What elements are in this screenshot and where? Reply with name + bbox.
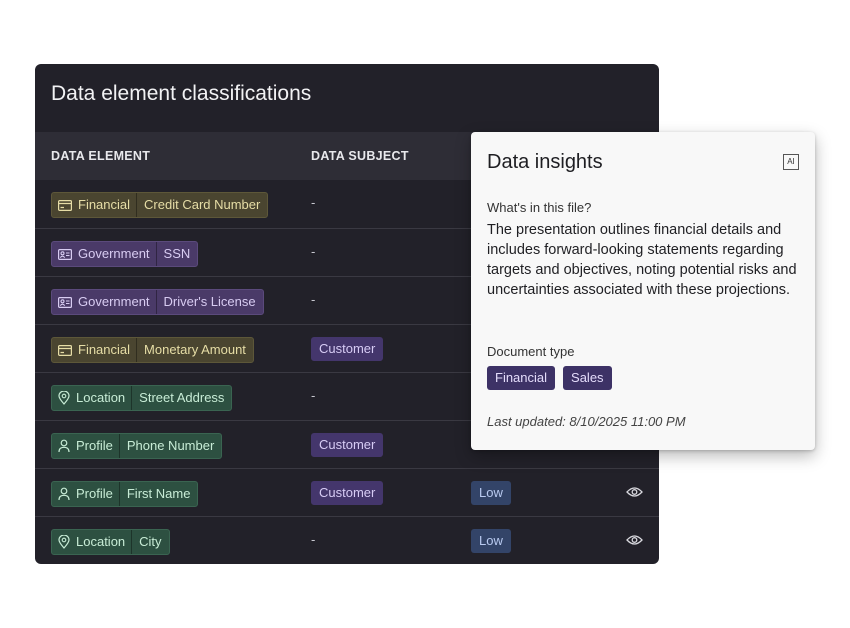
id-card-icon <box>58 248 72 260</box>
table-row[interactable]: Location City - Low <box>35 516 659 564</box>
document-type-tag[interactable]: Sales <box>563 366 612 390</box>
classification-chip[interactable]: Financial Credit Card Number <box>51 192 269 218</box>
document-type-label: Document type <box>487 344 575 359</box>
chip-value: Driver's License <box>155 290 263 314</box>
data-subject-badge[interactable]: Customer <box>311 481 384 505</box>
location-pin-icon <box>58 391 70 405</box>
chip-category: Location <box>76 534 126 549</box>
id-card-icon <box>58 296 72 308</box>
location-pin-icon <box>58 535 70 549</box>
insights-question: What's in this file? <box>487 200 592 215</box>
credit-card-icon <box>58 344 72 356</box>
data-subject-empty: - <box>311 532 316 547</box>
classification-chip[interactable]: Government Driver's License <box>51 289 264 315</box>
eye-icon[interactable] <box>626 534 643 546</box>
credit-card-icon <box>58 199 72 211</box>
chip-value: First Name <box>118 482 198 506</box>
column-header-data-element[interactable]: DATA ELEMENT <box>51 149 150 163</box>
chip-value: Street Address <box>131 386 231 410</box>
data-subject-empty: - <box>311 244 316 259</box>
ai-badge-icon: AI <box>783 154 799 170</box>
classification-chip[interactable]: Profile First Name <box>51 481 199 507</box>
sensitivity-badge[interactable]: Low <box>471 529 511 553</box>
insights-title: Data insights <box>487 151 603 173</box>
chip-value: Phone Number <box>118 434 221 458</box>
document-type-tag[interactable]: Financial <box>487 366 556 390</box>
chip-value: SSN <box>155 242 198 266</box>
last-updated: Last updated: 8/10/2025 11:00 PM <box>487 414 686 429</box>
chip-category: Profile <box>76 438 113 453</box>
classification-chip[interactable]: Location Street Address <box>51 385 233 411</box>
document-type-tags: Financial Sales <box>487 366 612 390</box>
data-insights-card: Data insights AI What's in this file? Th… <box>471 132 815 450</box>
chip-category: Financial <box>78 342 131 357</box>
chip-value: Credit Card Number <box>136 193 267 217</box>
classification-chip[interactable]: Location City <box>51 529 170 555</box>
person-icon <box>58 487 70 501</box>
chip-category: Financial <box>78 197 131 212</box>
person-icon <box>58 439 70 453</box>
data-subject-empty: - <box>311 195 316 210</box>
column-header-data-subject[interactable]: DATA SUBJECT <box>311 149 409 163</box>
chip-category: Location <box>76 390 126 405</box>
data-subject-empty: - <box>311 292 316 307</box>
table-row[interactable]: Profile First Name Customer Low <box>35 468 659 517</box>
chip-value: City <box>131 530 168 554</box>
classification-chip[interactable]: Profile Phone Number <box>51 433 223 459</box>
chip-category: Government <box>78 294 150 309</box>
chip-value: Monetary Amount <box>136 338 253 362</box>
data-subject-badge[interactable]: Customer <box>311 433 384 457</box>
classification-chip[interactable]: Financial Monetary Amount <box>51 337 254 363</box>
classification-chip[interactable]: Government SSN <box>51 241 199 267</box>
insights-description: The presentation outlines financial deta… <box>487 222 797 298</box>
panel-title: Data element classifications <box>51 82 312 105</box>
sensitivity-badge[interactable]: Low <box>471 481 511 505</box>
chip-category: Profile <box>76 486 113 501</box>
eye-icon[interactable] <box>626 486 643 498</box>
data-subject-badge[interactable]: Customer <box>311 337 384 361</box>
data-subject-empty: - <box>311 388 316 403</box>
chip-category: Government <box>78 246 150 261</box>
